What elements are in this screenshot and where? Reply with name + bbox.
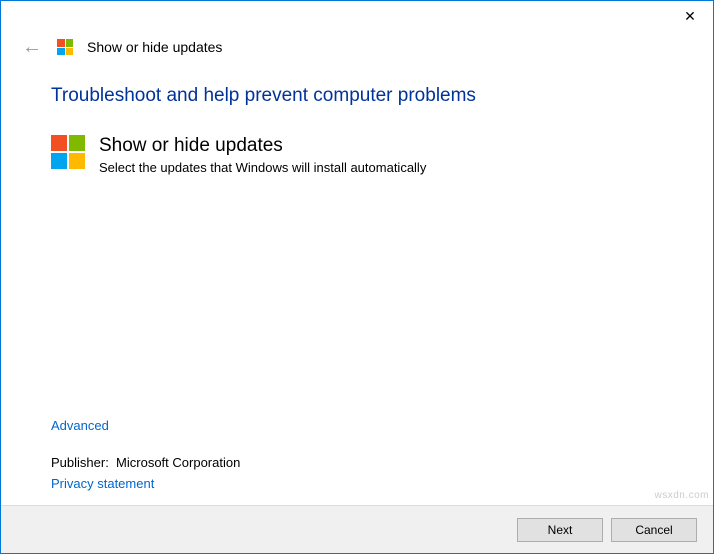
back-arrow-icon: ← [21, 37, 43, 57]
publisher-row: Publisher:Microsoft Corporation [51, 455, 663, 470]
troubleshooter-window: ✕ ← Show or hide updates Troubleshoot an… [0, 0, 714, 554]
cancel-button[interactable]: Cancel [611, 518, 697, 542]
button-bar: Next Cancel [1, 505, 713, 553]
advanced-link[interactable]: Advanced [51, 418, 109, 433]
close-button[interactable]: ✕ [667, 1, 713, 31]
watermark: wsxdn.com [654, 490, 709, 501]
next-button[interactable]: Next [517, 518, 603, 542]
privacy-statement-link[interactable]: Privacy statement [51, 476, 154, 491]
microsoft-logo-icon [57, 39, 73, 55]
troubleshooter-text: Show or hide updates Select the updates … [99, 135, 426, 175]
troubleshooter-title: Show or hide updates [99, 135, 426, 158]
troubleshooter-description: Select the updates that Windows will ins… [99, 160, 426, 175]
wizard-header: ← Show or hide updates [1, 31, 713, 75]
publisher-value: Microsoft Corporation [116, 455, 240, 470]
titlebar: ✕ [1, 1, 713, 31]
troubleshooter-item[interactable]: Show or hide updates Select the updates … [51, 135, 663, 175]
wizard-title: Show or hide updates [87, 39, 222, 55]
content-area: Troubleshoot and help prevent computer p… [1, 75, 713, 505]
page-heading: Troubleshoot and help prevent computer p… [51, 85, 663, 107]
links-block: Advanced Publisher:Microsoft Corporation… [51, 418, 663, 505]
close-icon: ✕ [684, 8, 696, 25]
microsoft-logo-icon [51, 135, 85, 169]
publisher-label: Publisher: [51, 455, 116, 470]
